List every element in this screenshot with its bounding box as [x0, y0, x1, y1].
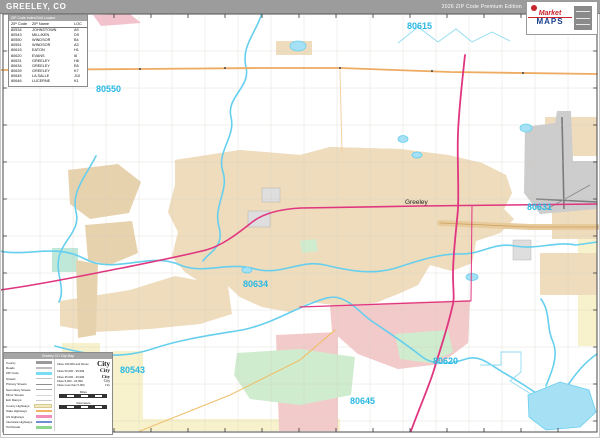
- toll-roads-swatch: [35, 426, 52, 429]
- exit-ramps-swatch: [35, 399, 52, 401]
- county-swatch: [35, 361, 52, 365]
- zip-label: 80543: [120, 365, 145, 375]
- logo-dot-icon: [531, 5, 537, 11]
- zip-label: 80620: [433, 356, 458, 366]
- legend-city-sizes: Cities 100,000 and Above City Cities 50,0…: [53, 359, 112, 432]
- logo-brand-bottom: MAPS: [528, 17, 572, 26]
- header-bar: GREELEY, CO 2026 ZIP Code Premium Editio…: [0, 0, 600, 14]
- streets-swatch: [35, 378, 52, 380]
- secondary-streets-swatch: [35, 389, 52, 391]
- minor-streets-swatch: [35, 394, 52, 396]
- us-highways-swatch: [35, 415, 52, 418]
- zip-label: 80645: [350, 396, 375, 406]
- map-legend: Greeley CO City Map County Roads ZIP Cod…: [3, 352, 113, 435]
- map-sheet: GREELEY, CO 2026 ZIP Code Premium Editio…: [0, 0, 600, 438]
- page-title: GREELEY, CO: [6, 2, 67, 11]
- zip-label: 80550: [96, 84, 121, 94]
- scale-miles: Miles: [57, 390, 110, 398]
- edition-label: 2026 ZIP Code Premium Edition: [441, 4, 522, 10]
- logo-wordmark: Market MAPS: [528, 10, 572, 26]
- logo-brand-top: Market: [538, 10, 562, 17]
- zip-loc: K1: [74, 79, 79, 84]
- state-highways-swatch: [35, 410, 52, 413]
- zip-label: 80631: [527, 202, 552, 212]
- zip-index-table: ZIP Code Index/Grid Locator ZIP Code ZIP…: [8, 14, 88, 88]
- zip-index-grid: ZIP Code ZIP Name LOC 80534 JOHNSTOWN A9…: [9, 21, 87, 86]
- zip-name: LUCERNE: [32, 79, 51, 84]
- scale-bar-kilometers: [59, 405, 108, 409]
- interstate-highways-swatch: [35, 420, 52, 424]
- legend-city-item: Cities 100,000 and Above City: [56, 360, 110, 368]
- logo-badge: [574, 6, 592, 30]
- zip-label: 80634: [243, 279, 268, 289]
- scale-bar-miles: [59, 394, 108, 398]
- publisher-logo: Market MAPS: [526, 1, 598, 35]
- zip-code: 80646: [11, 79, 22, 84]
- roads-swatch: [35, 367, 52, 370]
- legend-item: County Highways: [6, 403, 52, 408]
- city-label-greeley: Greeley: [405, 199, 429, 206]
- legend-road-symbols: County Roads ZIP Code Streets Primary St…: [4, 359, 54, 431]
- county-highways-swatch: [33, 403, 52, 408]
- zip-label: 80615: [407, 21, 432, 31]
- primary-streets-swatch: [35, 383, 52, 385]
- zip-swatch: [35, 371, 52, 375]
- legend-city-item: Cities Less than 5,000 City: [56, 383, 110, 387]
- scale-kilometers: Kilometers: [57, 401, 110, 409]
- legend-item: Toll Roads: [6, 425, 52, 430]
